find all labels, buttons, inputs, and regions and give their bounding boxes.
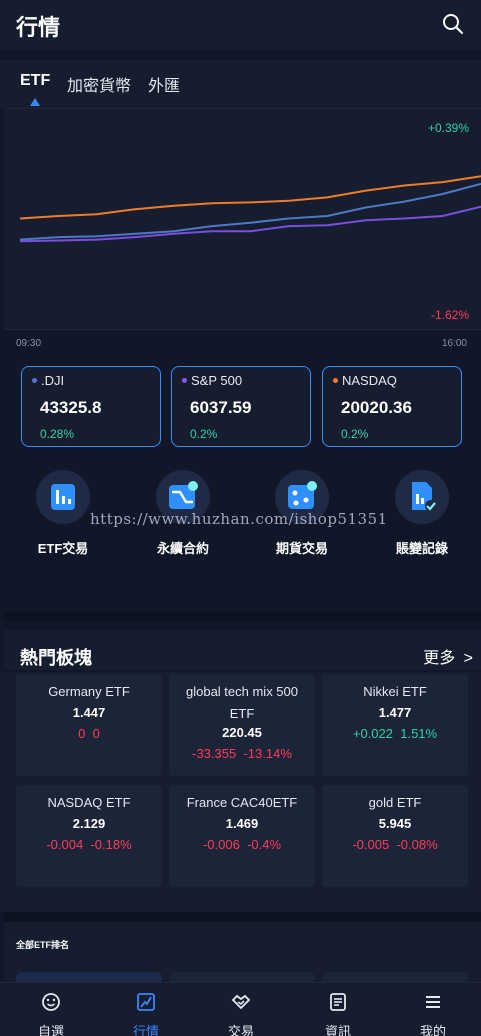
series-dot (32, 378, 37, 383)
trade-handshake-icon (231, 994, 251, 1010)
hot-card[interactable]: NASDAQ ETF 2.129 -0.004 -0.18% (16, 785, 162, 887)
sector-change: +0.022 1.51% (352, 726, 438, 741)
section-divider (4, 912, 481, 922)
series-dot (182, 378, 187, 383)
chart-min-label: -1.62% (430, 308, 469, 322)
quick-label: 期貨交易 (275, 541, 328, 556)
nav-label: 行情 (132, 1024, 159, 1036)
sector-price: 1.447 (72, 705, 106, 720)
index-value: 43325.8 (40, 398, 102, 417)
index-card-sp500[interactable]: S&P 500 6037.59 0.2% (171, 366, 311, 447)
watermark-text: https://www.huzhan.com/ishop51351 (90, 510, 388, 528)
market-chart: +0.39% -1.62% (4, 108, 481, 330)
quick-label: 賬變記錄 (395, 541, 448, 556)
hot-card[interactable]: Nikkei ETF 1.477 +0.022 1.51% (322, 674, 468, 776)
hot-sectors-title: 熱門板塊 (20, 648, 92, 668)
series-dot (333, 378, 338, 383)
market-tabs: ETF 加密貨幣 外匯 (0, 60, 481, 108)
sector-price: 5.945 (378, 816, 412, 831)
active-tab-indicator (30, 98, 40, 106)
market-chart-icon (137, 993, 155, 1011)
index-value: 6037.59 (190, 398, 252, 417)
chart-time-end: 16:00 (441, 338, 467, 349)
index-name: .DJI (41, 373, 65, 388)
hot-sectors-header: 熱門板塊 更多 > (4, 630, 481, 670)
index-value: 20020.36 (341, 398, 412, 417)
record-document-icon (395, 470, 449, 524)
more-link[interactable]: 更多 > (423, 644, 473, 668)
nav-watchlist[interactable]: 自選 (16, 991, 86, 1036)
smiley-icon (42, 993, 60, 1011)
sector-name: global tech mix 500 ETF (185, 684, 298, 721)
quick-label: 永續合約 (156, 541, 209, 556)
index-change: 0.28% (40, 427, 75, 441)
search-icon[interactable] (441, 12, 465, 36)
sector-price: 2.129 (72, 816, 106, 831)
sector-change: 0 0 (78, 726, 100, 741)
sector-price: 1.477 (378, 705, 412, 720)
index-change: 0.2% (341, 427, 369, 441)
nav-market[interactable]: 行情 (111, 991, 181, 1036)
news-icon (330, 993, 346, 1011)
quick-actions: ETF交易 永續合約 期貨交易 賬變記錄 (0, 470, 481, 612)
sector-name: gold ETF (368, 795, 422, 810)
sector-change: -0.005 -0.08% (352, 837, 438, 852)
nav-profile[interactable]: 我的 (398, 991, 468, 1036)
hot-card[interactable]: gold ETF 5.945 -0.005 -0.08% (322, 785, 468, 887)
etf-chart-icon (36, 470, 90, 524)
nav-trade[interactable]: 交易 (206, 991, 276, 1036)
sector-change: -0.004 -0.18% (46, 837, 132, 852)
chevron-right-icon: > (463, 650, 473, 667)
index-name: NASDAQ (342, 373, 397, 388)
page-title: 行情 (16, 15, 61, 40)
tab-etf[interactable]: ETF (20, 72, 50, 90)
index-card-dji[interactable]: .DJI 43325.8 0.28% (21, 366, 161, 447)
header: 行情 (0, 0, 481, 50)
index-card-nasdaq[interactable]: NASDAQ 20020.36 0.2% (322, 366, 462, 447)
hot-card[interactable]: France CAC40ETF 1.469 -0.006 -0.4% (169, 785, 315, 887)
nav-label: 資訊 (324, 1024, 351, 1036)
sector-name: Germany ETF (48, 684, 130, 699)
bottom-nav: 自選 行情 交易 資訊 我的 (0, 982, 481, 1036)
tab-forex[interactable]: 外匯 (148, 72, 180, 96)
section-divider (4, 612, 481, 622)
index-change: 0.2% (190, 427, 218, 441)
sector-price: 1.469 (225, 816, 259, 831)
etf-ranking-section: 全部ETF排名 (4, 922, 481, 984)
chart-time-start: 09:30 (16, 338, 42, 349)
menu-icon (426, 996, 440, 1008)
sector-name: NASDAQ ETF (47, 795, 131, 810)
nav-news[interactable]: 資訊 (303, 991, 373, 1036)
hot-sectors-grid: Germany ETF 1.447 0 0 global tech mix 50… (0, 672, 481, 912)
tab-crypto[interactable]: 加密貨幣 (67, 72, 131, 96)
ranking-title: 全部ETF排名 (16, 940, 69, 950)
sector-name: Nikkei ETF (363, 684, 427, 699)
sector-price: 220.45 (222, 725, 262, 740)
hot-card[interactable]: Germany ETF 1.447 0 0 (16, 674, 162, 776)
nav-label: 自選 (37, 1024, 64, 1036)
sector-name: France CAC40ETF (186, 795, 298, 810)
chart-series-line-0 (19, 175, 481, 220)
nav-label: 交易 (227, 1024, 254, 1036)
sector-change: -0.006 -0.4% (202, 837, 282, 852)
sector-change: -33.355 -13.14% (192, 746, 292, 761)
index-name: S&P 500 (191, 373, 243, 388)
nav-label: 我的 (419, 1024, 446, 1036)
more-label: 更多 (423, 650, 456, 667)
chart-plot (19, 175, 481, 243)
hot-card[interactable]: global tech mix 500 ETF 220.45 -33.355 -… (169, 674, 315, 776)
quick-label: ETF交易 (37, 541, 89, 556)
